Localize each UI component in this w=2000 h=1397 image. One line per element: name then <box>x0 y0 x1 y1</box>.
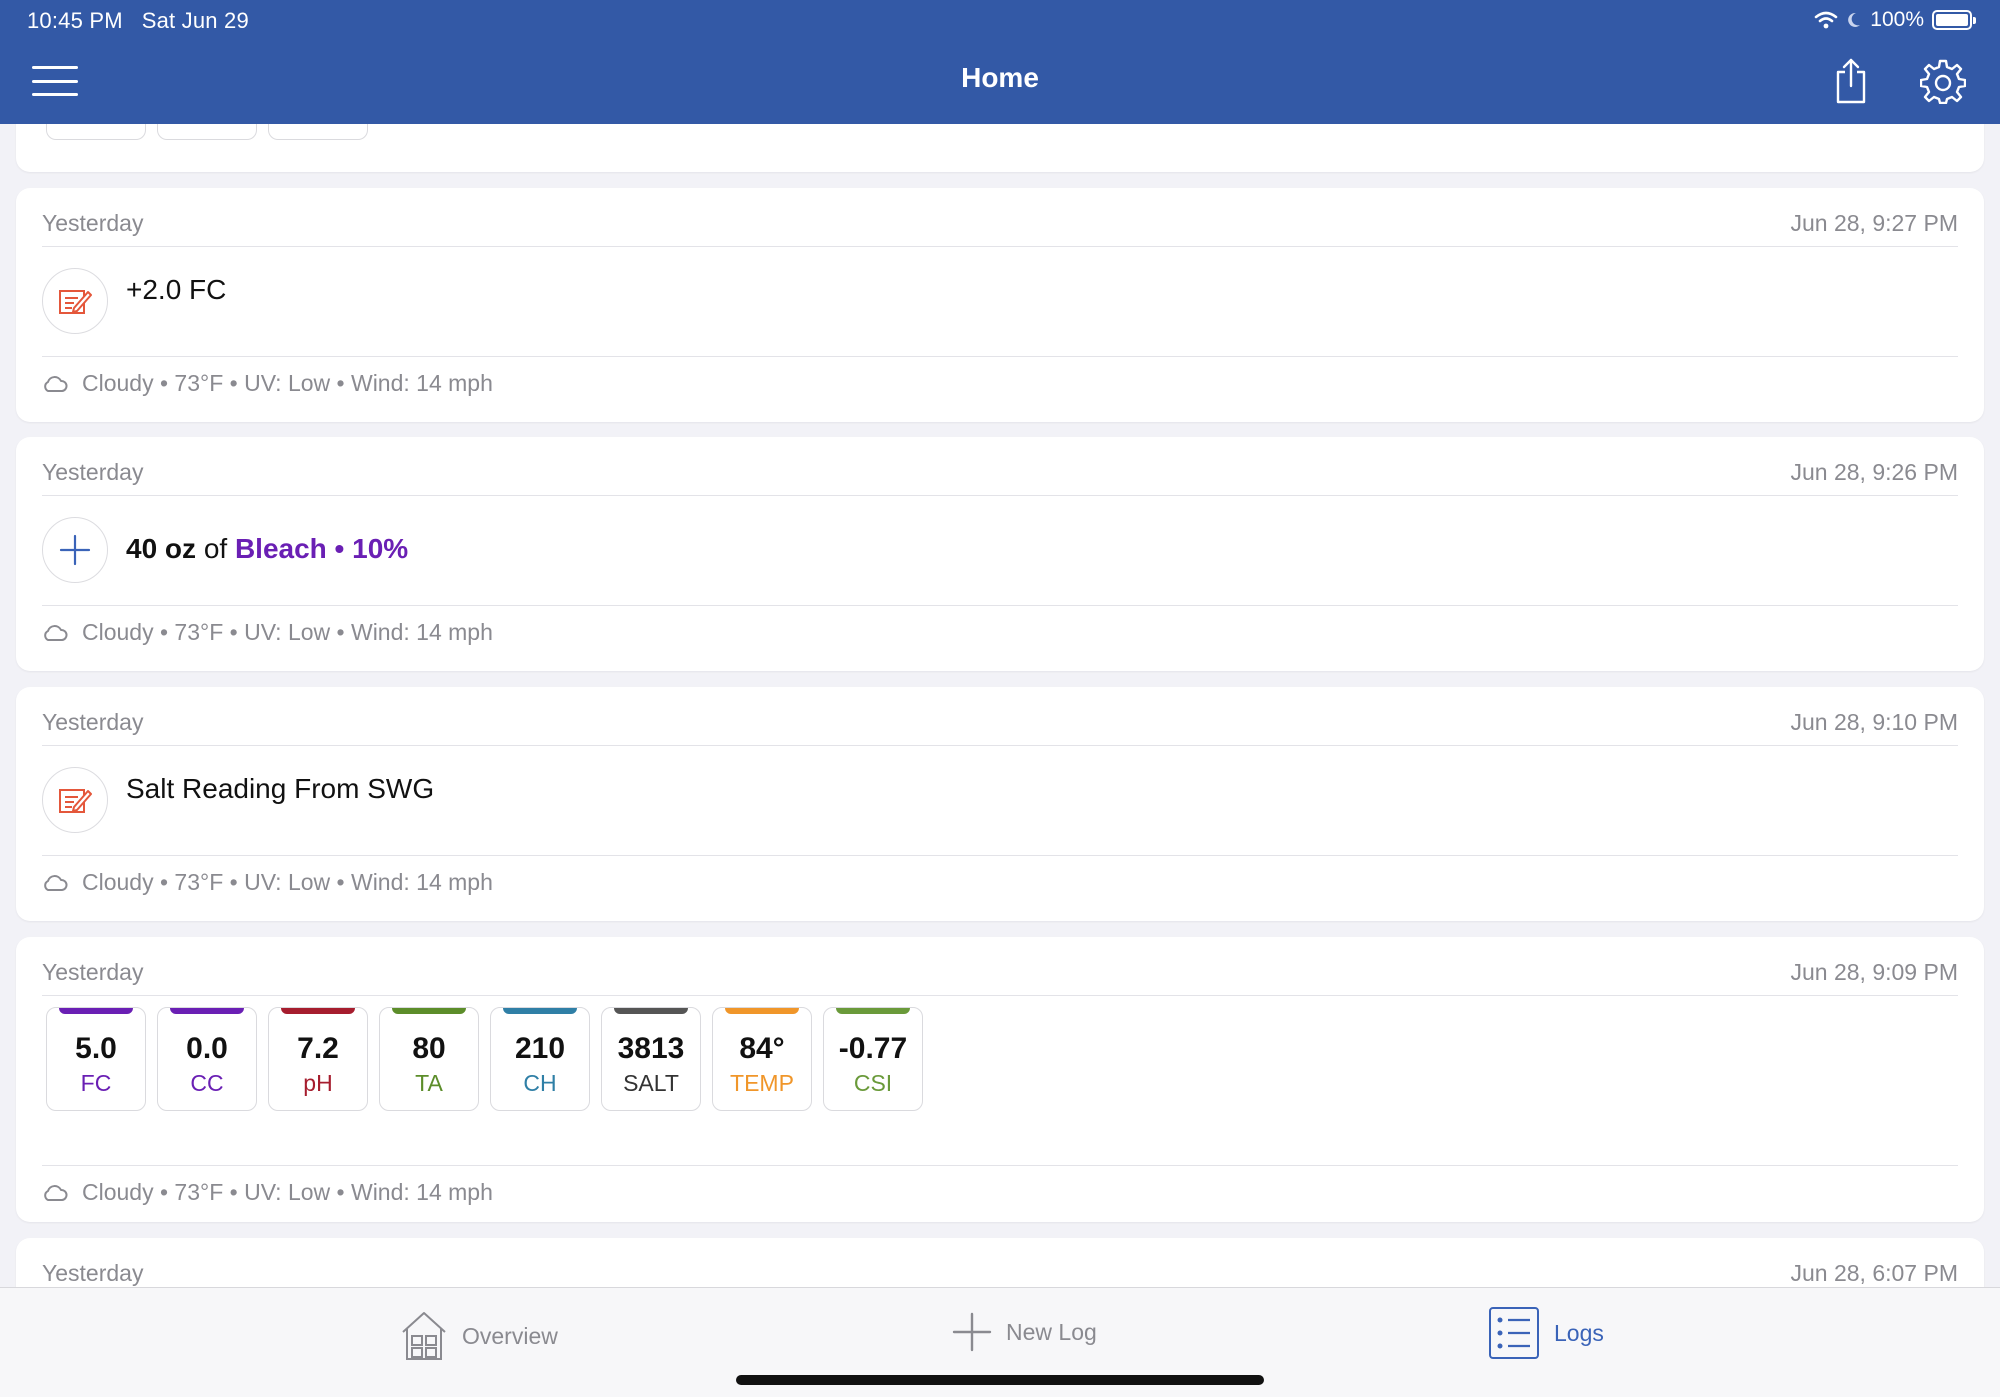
battery-percentage: 100% <box>1870 8 1924 31</box>
weather-text: Cloudy • 73°F • UV: Low • Wind: 14 mph <box>82 370 493 396</box>
log-card-partial[interactable] <box>16 124 1984 172</box>
moon-icon <box>1848 12 1861 27</box>
plus-icon <box>952 1312 992 1352</box>
weather-row: Cloudy • 73°F • UV: Low • Wind: 14 mph <box>42 1179 493 1206</box>
log-card[interactable]: Yesterday Jun 28, 9:10 PM Salt Reading F… <box>16 687 1984 921</box>
reading-value: 84° <box>739 1032 785 1065</box>
list-icon <box>1489 1307 1539 1359</box>
log-card-header: Yesterday Jun 28, 9:10 PM <box>42 709 1958 739</box>
share-icon[interactable] <box>1834 58 1868 104</box>
reading-label: FC <box>80 1070 112 1096</box>
cloud-icon <box>44 624 68 641</box>
tab-new-log-label: New Log <box>1006 1318 1097 1345</box>
status-time: 10:45 PM <box>27 8 123 33</box>
navigation-bar: 10:45 PM Sat Jun 29 100% Home <box>0 0 2000 124</box>
reading-value: 5.0 <box>75 1032 117 1065</box>
log-timestamp: Jun 28, 9:10 PM <box>1790 709 1959 735</box>
home-indicator <box>736 1375 1264 1385</box>
log-entry-text: Salt Reading From SWG <box>126 773 435 804</box>
log-card[interactable]: Yesterday Jun 28, 6:07 PM <box>16 1238 1984 1287</box>
reading-value: 0.0 <box>186 1032 228 1065</box>
reading-tile-salt[interactable]: 3813 SALT <box>601 1007 701 1111</box>
chemical-name: Bleach • 10% <box>234 533 409 564</box>
reading-tiles: 5.0 FC 0.0 CC 7.2 pH 80 TA 210 CH 3813 S… <box>46 1007 923 1111</box>
reading-label: TEMP <box>730 1070 794 1096</box>
tab-logs[interactable]: Logs <box>1488 1306 1604 1360</box>
reading-tile-ch[interactable]: 210 CH <box>490 1007 590 1111</box>
log-timestamp: Jun 28, 9:09 PM <box>1790 959 1959 985</box>
reading-tile-ph[interactable]: 7.2 pH <box>268 1007 368 1111</box>
reading-label: TA <box>415 1070 443 1096</box>
weather-row: Cloudy • 73°F • UV: Low • Wind: 14 mph <box>42 869 493 896</box>
log-day: Yesterday <box>42 210 144 236</box>
reading-value: 80 <box>412 1032 446 1065</box>
weather-row: Cloudy • 73°F • UV: Low • Wind: 14 mph <box>42 619 493 646</box>
cloud-icon <box>44 874 68 891</box>
weather-text: Cloudy • 73°F • UV: Low • Wind: 14 mph <box>82 619 493 645</box>
cloud-icon <box>44 375 68 392</box>
battery-icon <box>1932 10 1976 30</box>
reading-value: 7.2 <box>297 1032 339 1065</box>
tab-new-log[interactable]: New Log <box>952 1312 1097 1352</box>
note-icon <box>42 767 108 833</box>
reading-label: pH <box>303 1070 333 1096</box>
log-card[interactable]: Yesterday Jun 28, 9:26 PM 40 oz of Bleac… <box>16 437 1984 671</box>
chemical-of: of <box>203 533 228 564</box>
reading-tile-cc[interactable]: 0.0 CC <box>157 1007 257 1111</box>
cloud-icon <box>44 1184 68 1201</box>
status-bar-indicators: 100% <box>1814 6 1976 34</box>
reading-value: 3813 <box>617 1032 685 1065</box>
weather-row: Cloudy • 73°F • UV: Low • Wind: 14 mph <box>42 370 493 397</box>
log-card[interactable]: Yesterday Jun 28, 9:27 PM +2.0 FC Cloudy… <box>16 188 1984 422</box>
log-entry-text: 40 oz of Bleach • 10% <box>126 533 408 565</box>
reading-tile-ta[interactable]: 80 TA <box>379 1007 479 1111</box>
tab-overview-label: Overview <box>462 1322 558 1349</box>
reading-label: SALT <box>623 1070 679 1096</box>
status-date: Sat Jun 29 <box>141 8 249 33</box>
log-timestamp: Jun 28, 9:27 PM <box>1790 210 1959 236</box>
log-day: Yesterday <box>42 1260 144 1286</box>
chemical-amount: 40 oz <box>126 533 197 564</box>
reading-value: 210 <box>514 1032 566 1065</box>
page-title: Home <box>961 62 1039 93</box>
wifi-icon <box>1814 11 1838 29</box>
reading-tile-temp[interactable]: 84° TEMP <box>712 1007 812 1111</box>
log-entry-text: +2.0 FC <box>126 274 227 305</box>
log-card[interactable]: Yesterday Jun 28, 9:09 PM 5.0 FC 0.0 CC … <box>16 937 1984 1222</box>
plus-icon <box>42 517 108 583</box>
log-day: Yesterday <box>42 459 144 485</box>
reading-tile-csi[interactable]: -0.77 CSI <box>823 1007 923 1111</box>
weather-text: Cloudy • 73°F • UV: Low • Wind: 14 mph <box>82 869 493 895</box>
log-card-header: Yesterday Jun 28, 6:07 PM <box>42 1260 1958 1287</box>
tab-logs-label: Logs <box>1554 1319 1604 1346</box>
log-card-header: Yesterday Jun 28, 9:27 PM <box>42 210 1958 240</box>
log-timestamp: Jun 28, 6:07 PM <box>1790 1260 1959 1286</box>
log-card-header: Yesterday Jun 28, 9:09 PM <box>42 959 1958 989</box>
home-icon <box>402 1312 446 1360</box>
log-card-header: Yesterday Jun 28, 9:26 PM <box>42 459 1958 489</box>
weather-text: Cloudy • 73°F • UV: Low • Wind: 14 mph <box>82 1179 493 1205</box>
reading-label: CSI <box>853 1070 893 1096</box>
reading-value: -0.77 <box>838 1032 908 1065</box>
log-feed[interactable]: Yesterday Jun 28, 9:27 PM +2.0 FC Cloudy… <box>0 124 2000 1287</box>
log-timestamp: Jun 28, 9:26 PM <box>1790 459 1959 485</box>
log-day: Yesterday <box>42 959 144 985</box>
tab-overview[interactable]: Overview <box>400 1310 558 1362</box>
gear-icon[interactable] <box>1920 58 1966 104</box>
reading-tile-fc[interactable]: 5.0 FC <box>46 1007 146 1111</box>
reading-label: CC <box>190 1070 224 1096</box>
status-bar-time: 10:45 PM Sat Jun 29 <box>27 8 249 34</box>
log-day: Yesterday <box>42 709 144 735</box>
reading-label: CH <box>523 1070 557 1096</box>
note-icon <box>42 268 108 334</box>
